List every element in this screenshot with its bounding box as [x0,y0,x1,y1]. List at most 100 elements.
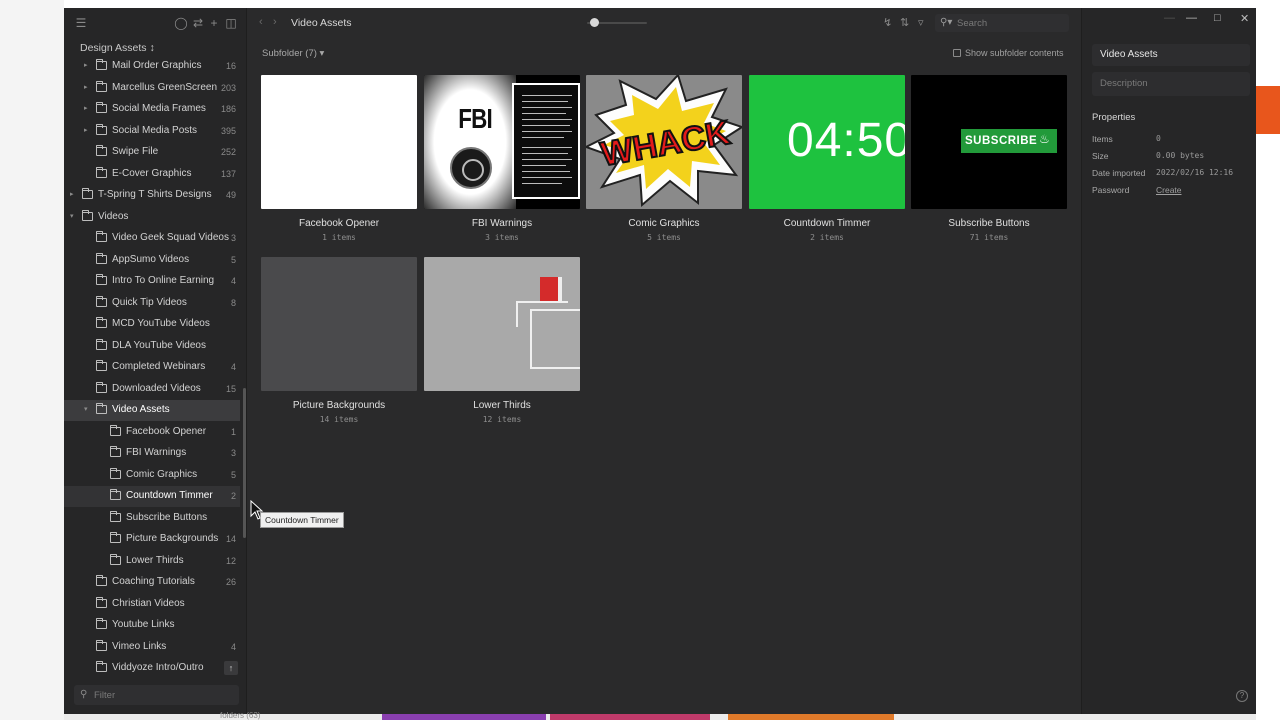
folder-count: 12 [225,555,236,566]
folder-count: 2 [230,491,236,501]
zoom-slider-knob[interactable] [590,18,599,27]
folder-name-field[interactable]: Video Assets [1092,44,1250,66]
folder-card-fbi-warnings[interactable]: FBI FBI Warnings 3 items [424,75,580,242]
sidebar-toolbar: ☰ ◯ ⇄ + ◫ [64,8,247,38]
folder-icon [82,209,93,221]
bell-icon[interactable]: ◯ [174,16,188,30]
sidebar-folder-mail-order-graphics[interactable]: ▸ Mail Order Graphics 16 [64,56,240,77]
library-switcher[interactable]: Design Assets ↕ [80,42,155,54]
sidebar-folder-youtube-links[interactable]: Youtube Links [64,615,240,636]
sidebar-folder-quick-tip-videos[interactable]: Quick Tip Videos 8 [64,293,240,314]
card-name: Picture Backgrounds [292,400,386,411]
expand-right-icon[interactable]: ▸ [84,61,92,69]
card-count: 71 items [969,233,1009,242]
filter-icon[interactable]: ▿ [918,16,924,29]
sidebar-folder-mcd-youtube-videos[interactable]: MCD YouTube Videos [64,314,240,335]
folder-count: 186 [220,104,236,114]
folder-label: Christian Videos [112,597,185,609]
thumbnail: SUBSCRIBE ♨ [911,75,1067,209]
pin-icon[interactable]: — [1164,12,1175,24]
folder-label: Video Geek Squad Videos [112,232,229,243]
sidebar-folder-vimeo-links[interactable]: Vimeo Links 4 [64,637,240,658]
back-icon[interactable]: ‹ [259,16,263,28]
minimize-icon[interactable]: — [1186,12,1197,24]
sidebar-folder-marcellus-greenscreen[interactable]: ▸ Marcellus GreenScreen 203 [64,78,240,99]
sidebar-folder-christian-videos[interactable]: Christian Videos [64,594,240,615]
folder-icon [110,446,121,457]
folder-card-facebook-opener[interactable]: Facebook Opener 1 items [261,75,417,242]
expand-right-icon[interactable]: ▸ [84,83,92,91]
checkbox[interactable] [953,49,961,57]
sidebar-scrollbar[interactable] [243,388,246,538]
sidebar-folder-intro-to-online-earning[interactable]: Intro To Online Earning 4 [64,271,240,292]
lightning-icon[interactable]: ↯ [883,16,892,29]
sidebar-folder-fbi-warnings[interactable]: FBI Warnings 3 [64,443,240,464]
sidebar-folder-picture-backgrounds[interactable]: Picture Backgrounds 14 [64,529,240,550]
expand-right-icon[interactable]: ▸ [70,190,78,198]
folder-card-comic-graphics[interactable]: WHACK Comic Graphics 5 items [586,75,742,242]
folder-card-picture-backgrounds[interactable]: Picture Backgrounds 14 items [261,257,417,424]
show-subfolder-toggle[interactable]: Show subfolder contents [953,48,1064,58]
scroll-up-icon[interactable]: ↑ [224,661,238,675]
folder-card-subscribe-buttons[interactable]: SUBSCRIBE ♨ Subscribe Buttons 71 items [911,75,1067,242]
sidebar-folder-facebook-opener[interactable]: Facebook Opener 1 [64,422,240,443]
content-area: ‹ › Video Assets ↯ ⇅ ▿ ⚲▾ Subfolder (7) … [247,8,1081,714]
folder-title: Video Assets [291,17,352,29]
layout-icon[interactable]: ◫ [224,16,238,30]
folder-label: Videos [98,210,129,222]
folder-label: Subscribe Buttons [126,511,208,523]
forward-icon[interactable]: › [273,16,277,28]
description-field[interactable]: Description [1092,72,1250,96]
maximize-icon[interactable]: □ [1214,12,1221,24]
folder-label: Social Media Frames [112,103,206,114]
folder-label: Viddyoze Intro/Outro [112,662,204,673]
sidebar-folder-e-cover-graphics[interactable]: E-Cover Graphics 137 [64,164,240,185]
sidebar-folder-swipe-file[interactable]: Swipe File 252 [64,142,240,163]
sidebar-folder-t-spring-t-shirts-designs[interactable]: ▸ T-Spring T Shirts Designs 49 [64,185,240,206]
sidebar-folder-video-geek-squad-videos[interactable]: Video Geek Squad Videos 3 [64,228,240,249]
sidebar-folder-lower-thirds[interactable]: Lower Thirds 12 [64,551,240,572]
add-icon[interactable]: + [207,16,221,30]
sidebar-folder-comic-graphics[interactable]: Comic Graphics 5 [64,465,240,486]
thumbnail: FBI [424,75,580,209]
card-name: Countdown Timmer [783,218,871,229]
sidebar-folder-appsumo-videos[interactable]: AppSumo Videos 5 [64,250,240,271]
filter-box: ⚲ [74,685,239,705]
card-count: 2 items [810,233,844,242]
sidebar-folder-social-media-posts[interactable]: ▸ Social Media Posts 395 [64,121,240,142]
sidebar-folder-viddyoze-intro-outro[interactable]: Viddyoze Intro/Outro ↑ [64,658,240,679]
sort-icon[interactable]: ⇅ [900,16,909,29]
expand-right-icon[interactable]: ▸ [84,104,92,112]
folder-icon [96,123,107,135]
folder-icon [96,59,107,70]
card-name: Facebook Opener [298,218,380,229]
sidebar-folder-subscribe-buttons[interactable]: Subscribe Buttons [64,508,240,529]
subfolder-dropdown[interactable]: Subfolder (7) ▾ [262,48,324,59]
sidebar-folder-video-assets[interactable]: ▾ Video Assets [64,400,240,421]
filter-input[interactable] [94,687,234,703]
search-icon: ⚲▾ [940,17,953,28]
expand-down-icon[interactable]: ▾ [70,212,78,220]
folder-card-lower-thirds[interactable]: Lower Thirds 12 items [424,257,580,424]
sidebar-folder-coaching-tutorials[interactable]: Coaching Tutorials 26 [64,572,240,593]
bell-icon: ♨ [1039,132,1050,146]
sidebar-folder-countdown-timmer[interactable]: Countdown Timmer 2 [64,486,240,507]
folder-count: 137 [220,168,236,179]
close-icon[interactable]: ✕ [1240,12,1249,25]
sidebar-folder-completed-webinars[interactable]: Completed Webinars 4 [64,357,240,378]
search-input[interactable] [957,16,1065,30]
folder-label: Swipe File [112,146,159,157]
sidebar-folder-downloaded-videos[interactable]: Downloaded Videos 15 [64,379,240,400]
help-icon[interactable]: ? [1236,690,1248,702]
expand-right-icon[interactable]: ▸ [84,126,92,134]
folder-card-countdown-timmer[interactable]: 04:50 Countdown Timmer 2 items [749,75,905,242]
folder-label: DLA YouTube Videos [112,339,206,351]
menu-icon[interactable]: ☰ [74,16,88,30]
comic-burst-icon: WHACK [586,75,742,208]
sidebar-folder-social-media-frames[interactable]: ▸ Social Media Frames 186 [64,99,240,120]
expand-down-icon[interactable]: ▾ [84,405,92,413]
sidebar-folder-dla-youtube-videos[interactable]: DLA YouTube Videos [64,336,240,357]
create-password-link[interactable]: Create [1156,185,1182,195]
sync-icon[interactable]: ⇄ [191,16,205,30]
sidebar-folder-videos[interactable]: ▾ Videos [64,207,240,228]
